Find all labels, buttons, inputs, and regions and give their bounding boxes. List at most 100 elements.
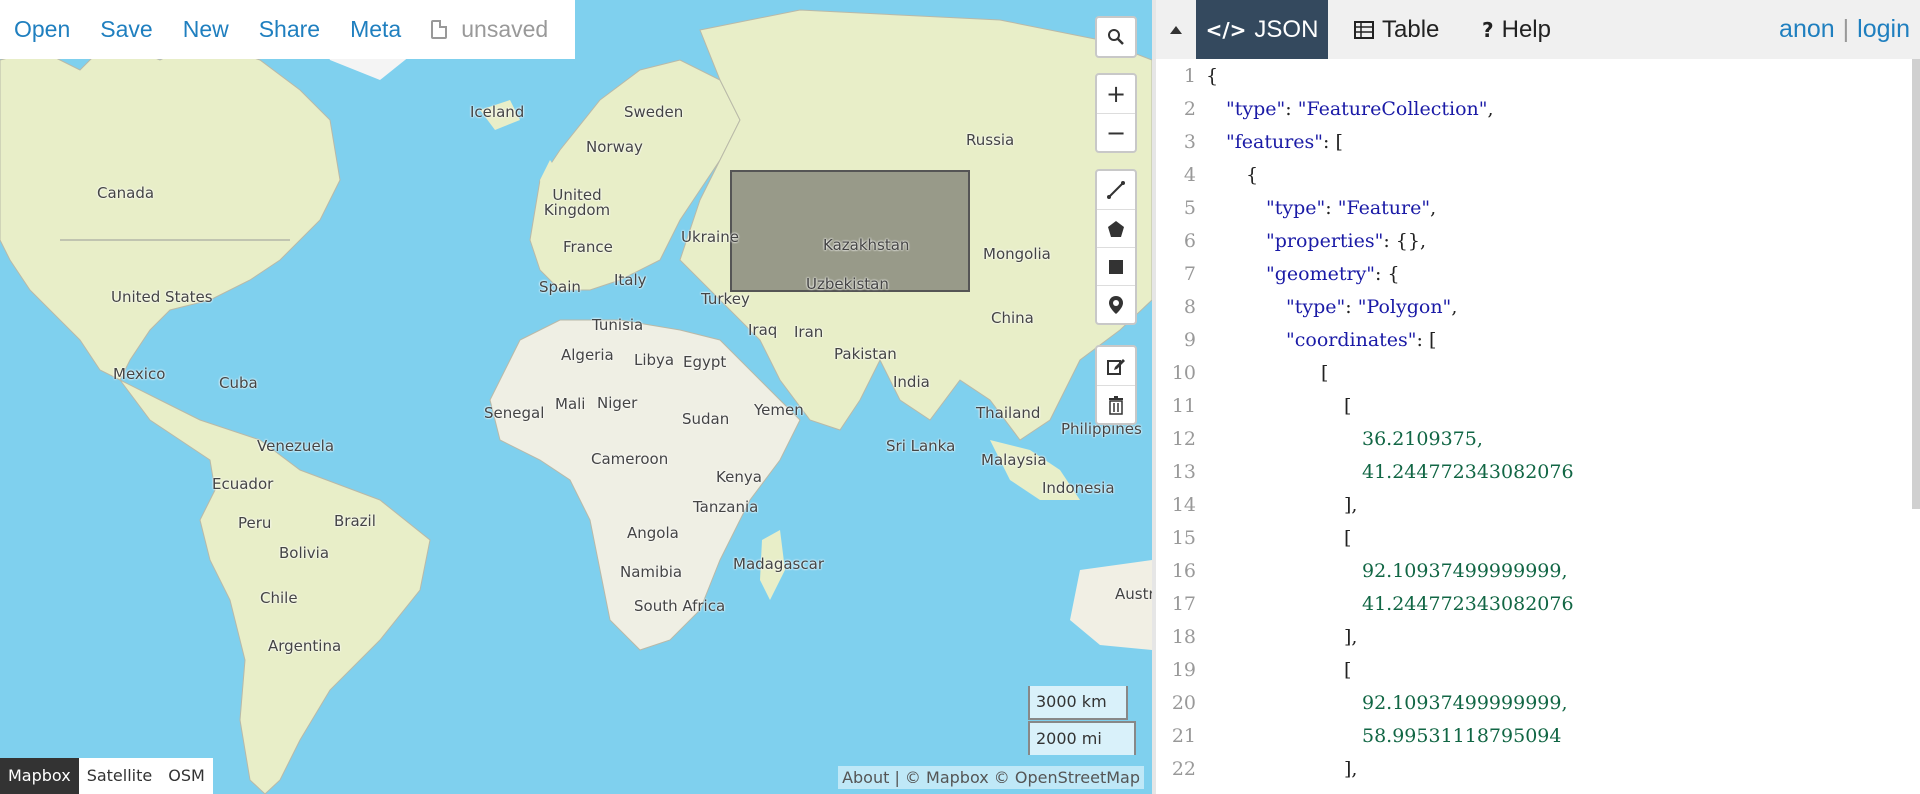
file-toolbar: Open Save New Share Meta unsaved (0, 0, 575, 59)
code-text: "type": "FeatureCollection", (1226, 97, 1494, 120)
code-text: { (1206, 64, 1219, 87)
code-number: 41.244772343082076 (1362, 592, 1574, 615)
login-link[interactable]: login (1857, 15, 1910, 44)
code-line: 20 92.10937499999999, (1156, 686, 1920, 719)
map-attribution[interactable]: About | © Mapbox © OpenStreetMap (838, 766, 1144, 789)
code-text: [ (1344, 394, 1352, 417)
base-layer-switcher: Mapbox Satellite OSM (0, 758, 213, 794)
code-line: 15 [ (1156, 521, 1920, 554)
map-label: China (991, 309, 1034, 327)
tab-json[interactable]: </> JSON (1196, 0, 1328, 59)
drawn-polygon[interactable] (730, 170, 970, 292)
draw-rectangle-button[interactable] (1097, 247, 1135, 285)
layer-osm[interactable]: OSM (160, 758, 213, 794)
map-label: Sudan (682, 410, 730, 428)
layer-satellite[interactable]: Satellite (79, 758, 161, 794)
map-label: Iran (794, 323, 824, 341)
map-label: Indonesia (1042, 479, 1115, 497)
trash-icon (1109, 395, 1123, 415)
line-number: 13 (1171, 460, 1196, 483)
save-status-text: unsaved (461, 16, 549, 42)
anon-link[interactable]: anon (1779, 15, 1835, 44)
code-line: 2 "type": "FeatureCollection", (1156, 92, 1920, 125)
line-number: 6 (1183, 229, 1196, 252)
map-label: Sri Lanka (886, 437, 956, 455)
code-line: 6 "properties": {}, (1156, 224, 1920, 257)
map-label: Tunisia (592, 316, 644, 334)
line-number: 10 (1171, 361, 1196, 384)
save-button[interactable]: Save (100, 16, 152, 43)
map-label: Namibia (620, 563, 683, 581)
map-label: Uzbekistan (806, 275, 889, 293)
code-text: "coordinates": [ (1286, 329, 1436, 351)
map-label: Turkey (701, 290, 750, 308)
edit-icon (1107, 359, 1125, 375)
map-label: Ukraine (681, 228, 739, 246)
tab-table[interactable]: Table (1354, 0, 1439, 59)
user-separator: | (1842, 15, 1850, 43)
draw-line-button[interactable] (1097, 171, 1135, 209)
code-icon: </> (1205, 17, 1247, 42)
editor-scrollbar[interactable] (1912, 59, 1920, 509)
share-button[interactable]: Share (259, 16, 320, 43)
map-label: Argentina (268, 637, 342, 655)
code-text: ], (1344, 493, 1358, 516)
delete-layers-button[interactable] (1097, 385, 1135, 423)
tab-help[interactable]: ? Help (1482, 0, 1551, 59)
code-line: 3 "features": [ (1156, 125, 1920, 158)
json-punct: : {}, (1383, 229, 1427, 252)
code-text: "type": "Polygon", (1286, 295, 1458, 318)
json-editor[interactable]: 1{ 2 "type": "FeatureCollection", 3 "featu… (1156, 59, 1920, 794)
edit-layers-button[interactable] (1097, 347, 1135, 385)
draw-control (1095, 169, 1137, 325)
code-text: [ (1321, 361, 1329, 384)
line-number: 16 (1171, 559, 1196, 582)
open-button[interactable]: Open (14, 16, 70, 43)
table-icon (1354, 20, 1374, 39)
line-number: 15 (1171, 526, 1196, 549)
zoom-control: + − (1095, 73, 1137, 153)
meta-button[interactable]: Meta (350, 16, 401, 43)
collapse-pane-button[interactable] (1156, 0, 1196, 59)
code-line: 9 "coordinates": [ (1156, 323, 1920, 356)
line-number: 17 (1171, 592, 1196, 615)
new-button[interactable]: New (183, 16, 229, 43)
tab-help-label: Help (1501, 15, 1551, 43)
code-text: "geometry": { (1266, 263, 1400, 285)
edit-control (1095, 345, 1137, 425)
code-line: 19 [ (1156, 653, 1920, 686)
line-number: 20 (1171, 691, 1196, 714)
line-number: 14 (1171, 493, 1196, 516)
draw-polygon-button[interactable] (1097, 209, 1135, 247)
scale-km: 3000 km (1028, 686, 1128, 720)
map-label: Peru (238, 514, 272, 532)
marker-icon (1109, 295, 1123, 314)
code-line: 17 41.244772343082076 (1156, 587, 1920, 620)
map-label: Niger (597, 394, 638, 412)
rectangle-icon (1109, 259, 1123, 274)
json-punct: : { (1375, 262, 1400, 285)
map-label: Angola (627, 524, 679, 542)
draw-marker-button[interactable] (1097, 285, 1135, 323)
layer-mapbox[interactable]: Mapbox (0, 758, 79, 794)
code-line: 18], (1156, 620, 1920, 653)
map-label: Kenya (716, 468, 762, 486)
line-number: 7 (1183, 262, 1196, 285)
search-button[interactable] (1097, 18, 1135, 56)
map-label: Bolivia (279, 544, 330, 562)
map-canvas[interactable]: Iceland Sweden Norway Russia Canada Unit… (0, 0, 1152, 794)
tab-json-label: JSON (1254, 15, 1319, 43)
json-string: "Polygon" (1357, 295, 1452, 318)
map-label: United Kingdom (543, 186, 611, 219)
zoom-out-button[interactable]: − (1097, 113, 1135, 151)
map-label: Madagascar (733, 555, 824, 573)
code-line: 10 [ (1156, 356, 1920, 389)
map-label: Chile (260, 589, 298, 607)
line-number: 22 (1171, 757, 1196, 780)
code-line: 12 36.2109375, (1156, 422, 1920, 455)
code-line: 8 "type": "Polygon", (1156, 290, 1920, 323)
code-line: 4{ (1156, 158, 1920, 191)
json-key: "geometry" (1266, 262, 1376, 285)
map-label: Mongolia (983, 245, 1051, 263)
zoom-in-button[interactable]: + (1097, 75, 1135, 113)
